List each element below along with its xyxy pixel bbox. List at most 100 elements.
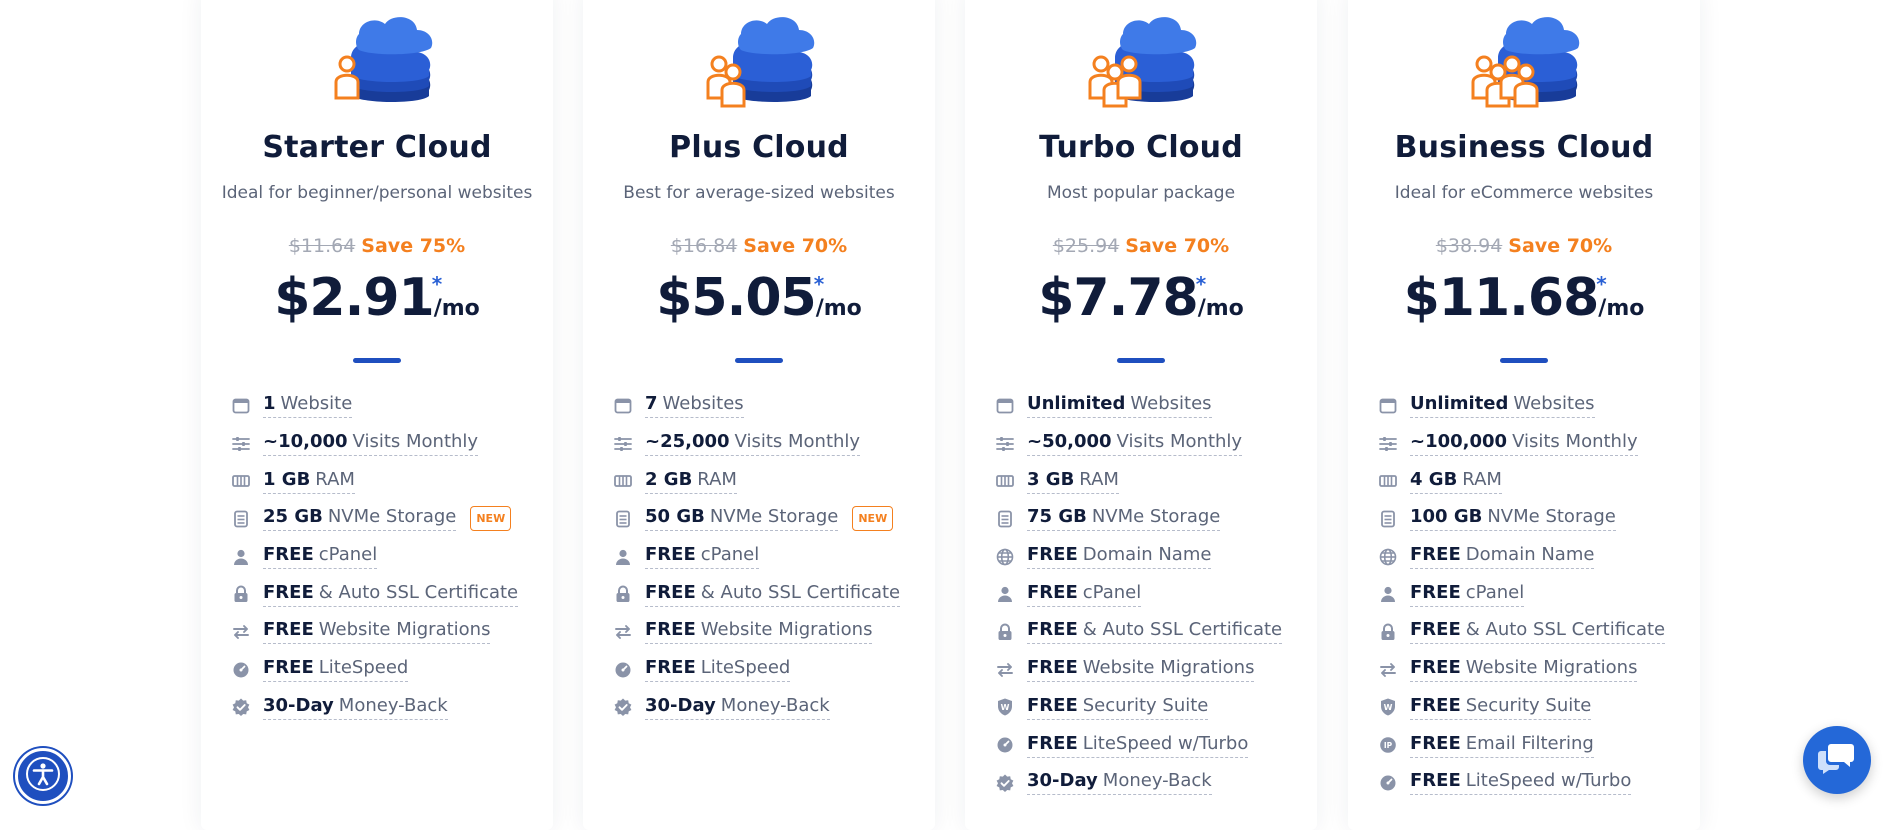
feature-item: 4 GB RAM (1378, 462, 1688, 500)
arrows-exchange-icon (995, 660, 1015, 680)
chat-button[interactable] (1803, 726, 1871, 794)
feature-tooltip-trigger[interactable]: 1 Website (263, 393, 353, 419)
feature-tooltip-trigger[interactable]: FREE Security Suite (1027, 695, 1209, 720)
feature-tooltip-trigger[interactable]: 30-Day Money-Back (263, 695, 448, 720)
feature-tooltip-trigger[interactable]: FREE Email Filtering (1410, 733, 1594, 758)
feature-tooltip-trigger[interactable]: FREE Domain Name (1027, 544, 1212, 570)
sliders-icon (1378, 434, 1398, 454)
feature-label: RAM (1462, 468, 1502, 490)
price-divider (353, 358, 401, 363)
verified-badge-icon (231, 697, 251, 717)
feature-tooltip-trigger[interactable]: FREE cPanel (645, 544, 760, 570)
feature-item: FREE & Auto SSL Certificate (995, 613, 1305, 651)
plan-description: Best for average-sized websites (623, 183, 895, 203)
feature-tooltip-trigger[interactable]: 25 GB NVMe Storage (263, 506, 457, 532)
feature-tooltip-trigger[interactable]: 1 GB RAM (263, 469, 355, 494)
price-footnote-mark[interactable]: * (1596, 272, 1606, 296)
feature-tooltip-trigger[interactable]: Unlimited Websites (1410, 393, 1595, 419)
feature-tooltip-trigger[interactable]: FREE & Auto SSL Certificate (1410, 619, 1666, 645)
feature-label: RAM (315, 468, 355, 490)
browser-window-icon (613, 396, 633, 416)
storage-icon (995, 509, 1015, 529)
arrows-exchange-icon (231, 622, 251, 642)
feature-label: Website Migrations (1465, 657, 1638, 679)
speedometer-icon (1378, 773, 1398, 793)
storage-icon (231, 509, 251, 529)
original-price: $38.94 (1435, 235, 1503, 257)
feature-tooltip-trigger[interactable]: 30-Day Money-Back (1027, 770, 1212, 796)
feature-list: 7 Websites ~25,000 Visits Monthly 2 GB RAM 50 … (613, 387, 923, 726)
feature-label: LiteSpeed w/Turbo (1082, 732, 1249, 754)
save-percent: Save 75% (361, 235, 466, 257)
plan-description: Most popular package (1046, 183, 1236, 203)
discount-line: $38.94 Save 70% (1348, 235, 1700, 257)
feature-value: FREE (645, 581, 696, 603)
feature-tooltip-trigger[interactable]: FREE cPanel (1410, 582, 1525, 607)
feature-tooltip-trigger[interactable]: FREE cPanel (1027, 581, 1142, 607)
feature-tooltip-trigger[interactable]: FREE Domain Name (1410, 544, 1595, 570)
feature-tooltip-trigger[interactable]: FREE & Auto SSL Certificate (1027, 619, 1283, 645)
user-icon (231, 547, 251, 567)
feature-label: & Auto SSL Certificate (1465, 619, 1666, 641)
feature-label: NVMe Storage (1091, 506, 1221, 528)
feature-item: 2 GB RAM (613, 462, 923, 500)
feature-tooltip-trigger[interactable]: FREE cPanel (263, 544, 378, 570)
feature-label: Visits Monthly (1512, 431, 1638, 453)
feature-item: FREE Website Migrations (1378, 651, 1688, 689)
feature-tooltip-trigger[interactable]: FREE LiteSpeed (263, 657, 409, 683)
feature-item: 1 Website (231, 387, 541, 425)
feature-tooltip-trigger[interactable]: 50 GB NVMe Storage (645, 506, 839, 532)
feature-tooltip-trigger[interactable]: ~25,000 Visits Monthly (645, 431, 861, 457)
plan-card-starter: Starter Cloud Ideal for beginner/persona… (201, 0, 553, 830)
plan-title: Starter Cloud (262, 130, 492, 165)
price-divider (735, 358, 783, 363)
price-footnote-mark[interactable]: * (432, 272, 442, 296)
accessibility-button[interactable] (15, 748, 71, 804)
feature-tooltip-trigger[interactable]: FREE Security Suite (1410, 695, 1592, 720)
feature-tooltip-trigger[interactable]: FREE Website Migrations (1410, 657, 1638, 683)
feature-value: 25 GB (263, 506, 323, 528)
verified-badge-icon (613, 697, 633, 717)
feature-tooltip-trigger[interactable]: FREE LiteSpeed w/Turbo (1410, 770, 1632, 796)
feature-label: RAM (1079, 468, 1119, 490)
feature-tooltip-trigger[interactable]: 7 Websites (645, 393, 744, 419)
feature-value: FREE (1027, 581, 1078, 603)
feature-tooltip-trigger[interactable]: FREE Website Migrations (645, 619, 873, 645)
feature-tooltip-trigger[interactable]: 4 GB RAM (1410, 469, 1502, 494)
feature-tooltip-trigger[interactable]: 75 GB NVMe Storage (1027, 506, 1221, 532)
price-footnote-mark[interactable]: * (1196, 272, 1206, 296)
feature-label: cPanel (318, 544, 378, 566)
feature-tooltip-trigger[interactable]: 3 GB RAM (1027, 469, 1119, 494)
feature-item: 30-Day Money-Back (613, 689, 923, 727)
feature-tooltip-trigger[interactable]: FREE Website Migrations (263, 619, 491, 645)
feature-tooltip-trigger[interactable]: FREE LiteSpeed w/Turbo (1027, 732, 1249, 758)
lock-icon (1378, 622, 1398, 642)
plan-card-turbo: Turbo Cloud Most popular package $25.94 S… (965, 0, 1317, 830)
feature-tooltip-trigger[interactable]: ~100,000 Visits Monthly (1410, 431, 1638, 457)
feature-tooltip-trigger[interactable]: ~50,000 Visits Monthly (1027, 431, 1243, 457)
feature-item: FREE Domain Name (995, 538, 1305, 576)
plan-price: $11.68 (1403, 268, 1600, 328)
feature-value: 1 (263, 393, 276, 415)
plan-card-plus: Plus Cloud Best for average-sized websit… (583, 0, 935, 830)
feature-item: FREE Website Migrations (995, 651, 1305, 689)
shield-icon: W (995, 697, 1015, 717)
feature-tooltip-trigger[interactable]: FREE LiteSpeed (645, 657, 791, 683)
feature-value: 3 GB (1027, 468, 1075, 490)
feature-label: Visits Monthly (1116, 431, 1243, 453)
feature-value: FREE (1410, 657, 1461, 679)
feature-tooltip-trigger[interactable]: 2 GB RAM (645, 469, 737, 494)
feature-label: Websites (662, 393, 744, 415)
cloud-users-illustration (693, 16, 829, 116)
feature-tooltip-trigger[interactable]: FREE Website Migrations (1027, 657, 1255, 683)
price-footnote-mark[interactable]: * (814, 272, 824, 296)
feature-tooltip-trigger[interactable]: FREE & Auto SSL Certificate (263, 582, 519, 607)
globe-icon (995, 547, 1015, 567)
feature-tooltip-trigger[interactable]: 30-Day Money-Back (645, 695, 830, 720)
feature-label: & Auto SSL Certificate (700, 581, 901, 603)
feature-tooltip-trigger[interactable]: Unlimited Websites (1027, 393, 1212, 419)
feature-label: Email Filtering (1465, 732, 1594, 754)
feature-tooltip-trigger[interactable]: FREE & Auto SSL Certificate (645, 581, 901, 607)
feature-tooltip-trigger[interactable]: ~10,000 Visits Monthly (263, 431, 479, 457)
feature-tooltip-trigger[interactable]: 100 GB NVMe Storage (1410, 506, 1616, 532)
